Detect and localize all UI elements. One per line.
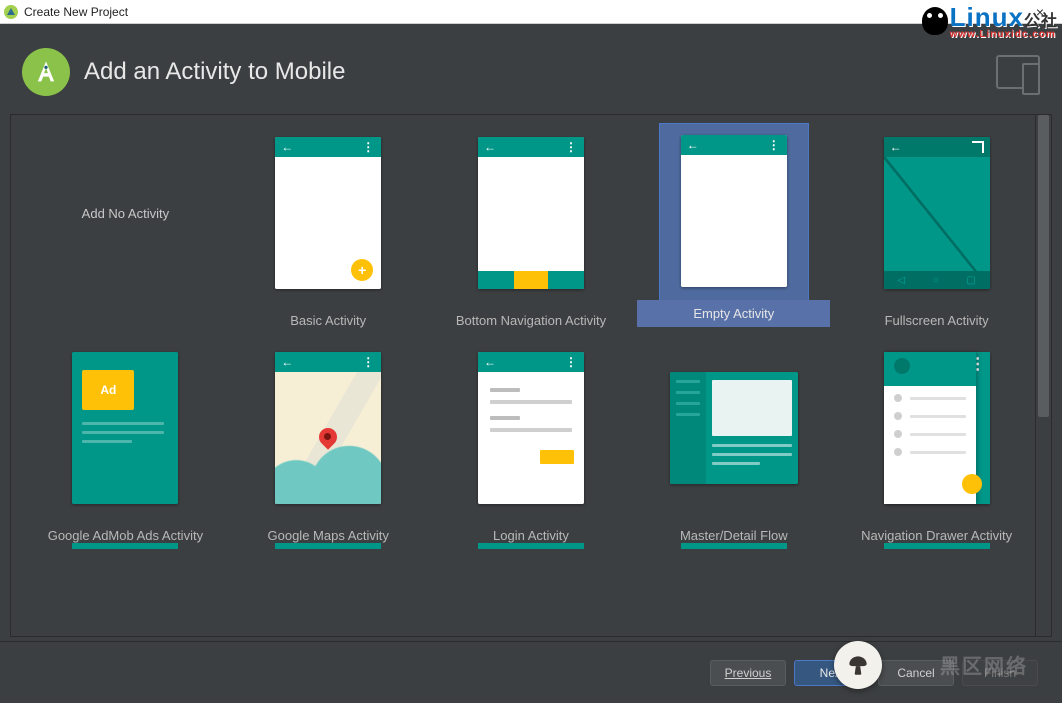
activity-card-basic[interactable]: ← ⋮ + Basic Activity <box>232 123 425 328</box>
activity-label[interactable]: Login Activity <box>493 528 569 543</box>
wizard-header: Add an Activity to Mobile <box>0 24 1062 114</box>
menu-dots-icon: ⋮ <box>362 140 375 154</box>
wizard-footer: Previous Next Cancel Finish <box>0 641 1062 703</box>
window: Create New Project × Add an Activity to … <box>0 0 1062 703</box>
menu-dots-icon: ⋮ <box>565 140 578 154</box>
next-button[interactable]: Next <box>794 660 870 686</box>
activity-thumb-fullscreen[interactable]: ← ◁○▢ <box>862 123 1012 303</box>
android-studio-logo-icon <box>22 48 70 96</box>
activity-card-master-detail[interactable]: Master/Detail Flow <box>637 338 830 543</box>
expand-icon <box>972 141 984 153</box>
activity-thumb-bottomnav[interactable]: ←⋮ <box>456 123 606 303</box>
scrollbar-thumb[interactable] <box>1038 115 1049 417</box>
activity-card-maps[interactable]: ←⋮ Google Maps Activity <box>232 338 425 543</box>
titlebar: Create New Project × <box>0 0 1062 24</box>
activity-label: Add No Activity <box>82 206 169 221</box>
menu-dots-icon: ⋮ <box>362 355 375 369</box>
ad-badge: Ad <box>82 370 134 410</box>
activity-thumb-admob[interactable]: Ad <box>50 338 200 518</box>
activity-thumb-none[interactable]: Add No Activity <box>50 123 200 303</box>
close-icon[interactable]: × <box>1022 4 1058 20</box>
finish-button: Finish <box>962 660 1038 686</box>
activity-label[interactable]: Master/Detail Flow <box>680 528 788 543</box>
fab-icon: + <box>351 259 373 281</box>
cancel-button[interactable]: Cancel <box>878 660 954 686</box>
gallery-overflow-peek <box>11 543 1051 555</box>
activity-card-nav-drawer[interactable]: ⋮ <box>840 338 1033 543</box>
menu-dots-icon: ⋮ <box>768 138 781 152</box>
activity-label[interactable]: Basic Activity <box>290 313 366 328</box>
page-title: Add an Activity to Mobile <box>84 58 345 86</box>
previous-button[interactable]: Previous <box>710 660 786 686</box>
back-arrow-icon: ← <box>890 140 902 154</box>
device-icon <box>996 55 1040 89</box>
activity-thumb-navdrawer[interactable]: ⋮ <box>862 338 1012 518</box>
menu-dots-icon: ⋮ <box>565 355 578 369</box>
back-arrow-icon: ← <box>687 138 699 152</box>
activity-card-add-no-activity[interactable]: Add No Activity . <box>29 123 222 328</box>
activity-card-empty[interactable]: ←⋮ Empty Activity <box>637 123 830 328</box>
activity-thumb-empty[interactable]: ←⋮ <box>659 123 809 323</box>
back-arrow-icon: ← <box>281 355 293 369</box>
back-arrow-icon: ← <box>281 140 293 154</box>
activity-label[interactable]: Google Maps Activity <box>268 528 389 543</box>
avatar-icon <box>894 358 910 374</box>
activity-thumb-basic[interactable]: ← ⋮ + <box>253 123 403 303</box>
activity-thumb-masterdetail[interactable] <box>659 338 809 518</box>
activity-label[interactable]: Google AdMob Ads Activity <box>48 528 203 543</box>
window-title: Create New Project <box>24 5 128 19</box>
activity-label[interactable]: Bottom Navigation Activity <box>456 313 606 328</box>
activity-thumb-maps[interactable]: ←⋮ <box>253 338 403 518</box>
back-arrow-icon: ← <box>484 355 496 369</box>
fab-icon <box>962 474 982 494</box>
activity-card-bottom-navigation[interactable]: ←⋮ Bottom Navigation Activity <box>435 123 628 328</box>
activity-card-login[interactable]: ←⋮ Login Activity <box>435 338 628 543</box>
activity-label[interactable]: Fullscreen Activity <box>885 313 989 328</box>
activity-card-fullscreen[interactable]: ← ◁○▢ Fullscreen Activity <box>840 123 1033 328</box>
map-pin-icon <box>319 428 339 448</box>
vertical-scrollbar[interactable] <box>1035 115 1051 636</box>
activity-thumb-login[interactable]: ←⋮ <box>456 338 606 518</box>
activity-label[interactable]: Empty Activity <box>637 300 830 327</box>
activity-gallery: Add No Activity . ←⋮ + Basic Activity <box>10 114 1052 637</box>
wizard-content: Add an Activity to Mobile Add No Activit… <box>0 24 1062 703</box>
activity-label[interactable]: Navigation Drawer Activity <box>861 528 1012 543</box>
activity-card-admob[interactable]: Ad Google AdMob Ads Activity <box>29 338 222 543</box>
android-studio-icon <box>4 5 18 19</box>
back-arrow-icon: ← <box>484 140 496 154</box>
